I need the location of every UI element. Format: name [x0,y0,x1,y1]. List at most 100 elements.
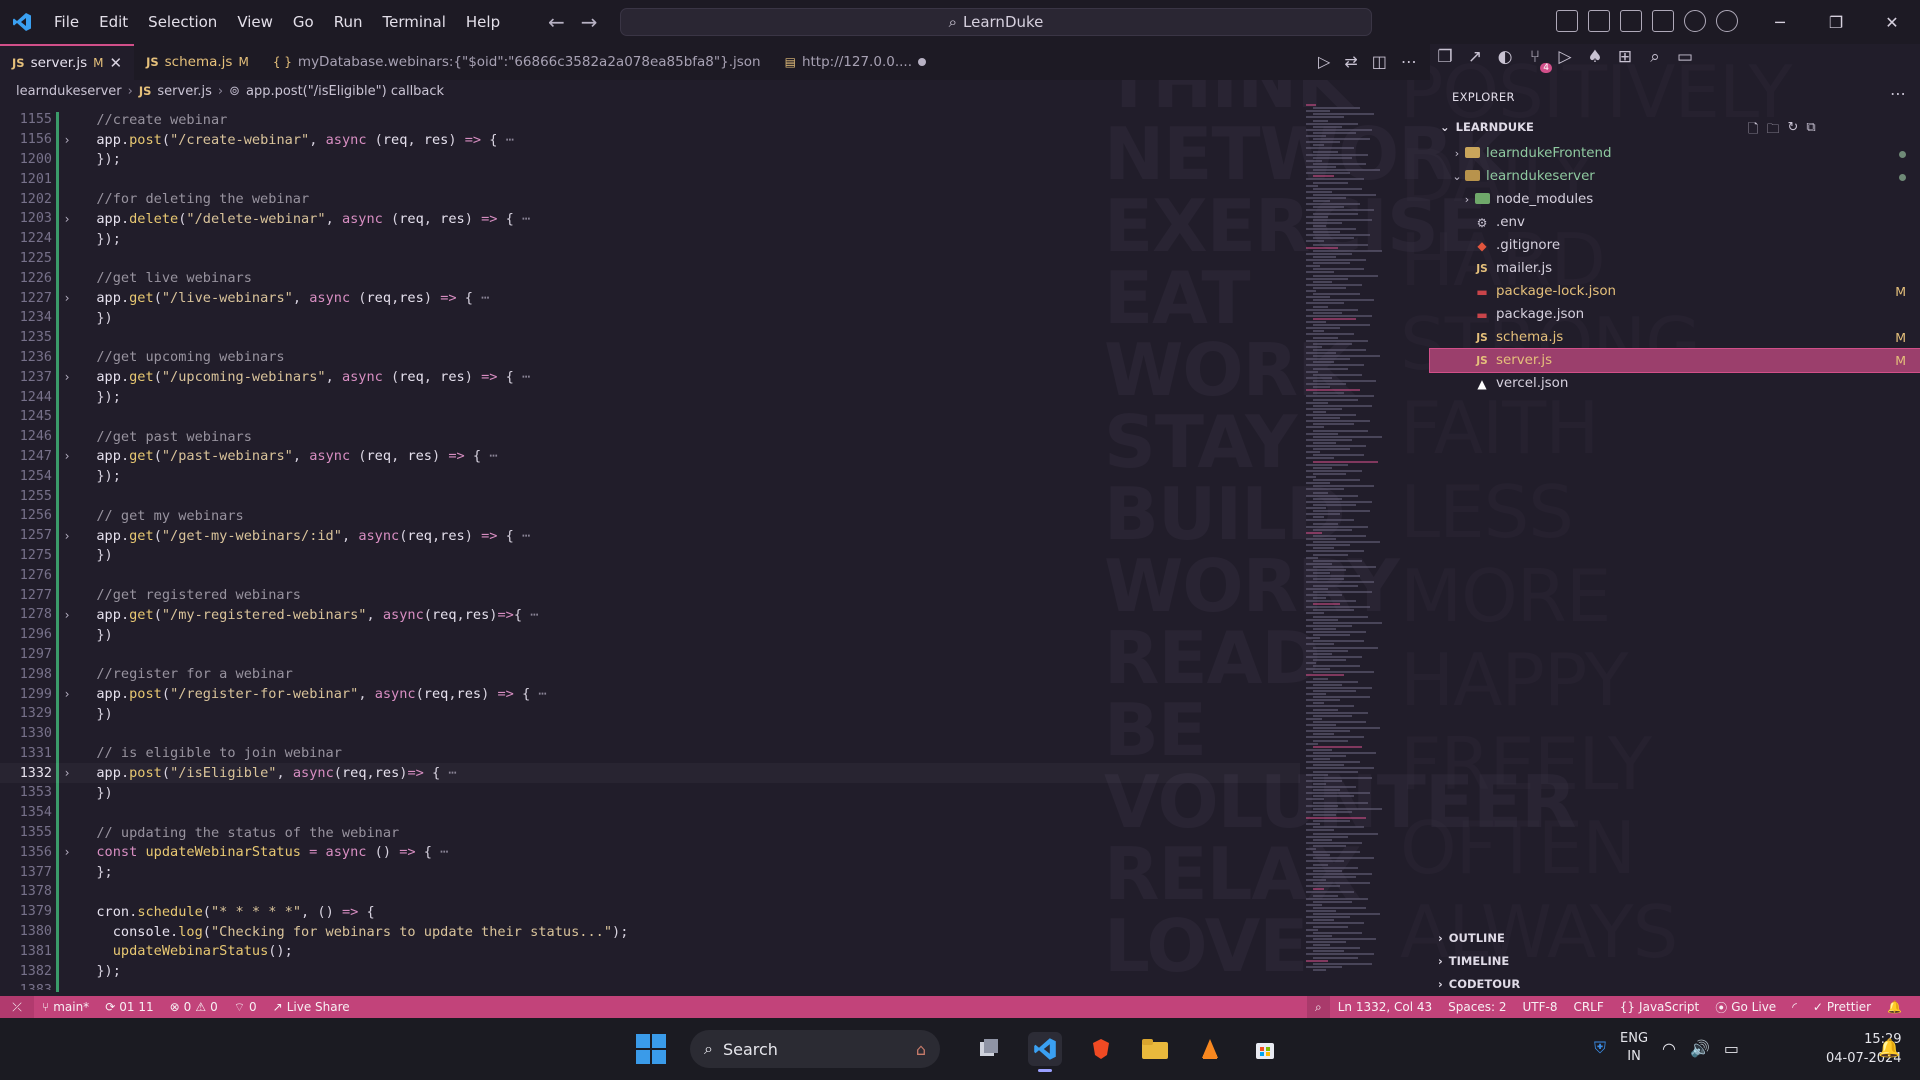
code-line[interactable]: 1377 }; [0,862,1300,882]
code-line[interactable]: 1332 › app.post("/isEligible", async(req,… [0,763,1300,783]
cursor-position[interactable]: Ln 1332, Col 43 [1330,1000,1440,1014]
tab-live-preview[interactable]: ▤ http://127.0.0.... [773,44,938,80]
code-line[interactable]: 1226 //get live webinars [0,268,1300,288]
code-line[interactable]: 1354 [0,803,1300,823]
code-line[interactable]: 1297 [0,645,1300,665]
code-line[interactable]: 1382 }); [0,961,1300,981]
toggle-panel-icon[interactable] [1588,10,1610,32]
remote-icon[interactable]: ⤫ [0,996,34,1018]
prettier-status[interactable]: ✓ Prettier [1805,1000,1879,1014]
volume-icon[interactable]: 🔊 [1690,1039,1710,1058]
code-line[interactable]: 1224 }); [0,229,1300,249]
search-icon[interactable]: ⌕ [1644,46,1666,68]
menu-go[interactable]: Go [283,13,324,31]
taskbar-search[interactable]: ⌕ Search ⌂ [690,1030,940,1068]
code-line[interactable]: 1330 [0,724,1300,744]
code-line[interactable]: 1234 }) [0,308,1300,328]
menu-file[interactable]: File [44,13,89,31]
task-view-icon[interactable] [973,1032,1007,1066]
fold-chevron-icon[interactable]: › [60,133,74,147]
tree-item[interactable]: ▬ package.json [1430,303,1920,326]
indentation[interactable]: Spaces: 2 [1440,1000,1514,1014]
compare-changes-icon[interactable]: ⇄ [1344,52,1357,71]
brave-browser-icon[interactable] [1084,1032,1118,1066]
code-line[interactable]: 1277 //get registered webinars [0,585,1300,605]
customize-layout-icon[interactable] [1652,10,1674,32]
source-control-icon[interactable]: ⑂ 4 [1524,46,1552,73]
remote-explorer-icon[interactable]: ◐ [1494,46,1516,68]
tree-item[interactable]: ⚙ .env [1430,211,1920,234]
tree-item[interactable]: ▲ vercel.json [1430,372,1920,395]
code-line[interactable]: 1331 // is eligible to join webinar [0,744,1300,764]
code-line[interactable]: 1381 updateWebinarStatus(); [0,941,1300,961]
workspace-root[interactable]: ⌄ LEARNDUKE [1440,120,1534,134]
chat-icon[interactable]: ▭ [1674,46,1696,68]
code-line[interactable]: 1155 //create webinar [0,110,1300,130]
fold-chevron-icon[interactable]: › [60,608,74,622]
code-line[interactable]: 1276 [0,565,1300,585]
windows-start-icon[interactable] [636,1034,666,1064]
code-line[interactable]: 1275 }) [0,546,1300,566]
codetour-panel[interactable]: › CODETOUR [1430,972,1920,995]
breadcrumb-folder[interactable]: learndukeserver [16,84,122,99]
tree-item[interactable]: JS mailer.js [1430,257,1920,280]
breadcrumb-file[interactable]: server.js [157,84,211,99]
code-line[interactable]: 1246 //get past webinars [0,427,1300,447]
tree-item[interactable]: ▬ package-lock.json M [1430,280,1920,303]
code-line[interactable]: 1256 // get my webinars [0,506,1300,526]
code-line[interactable]: 1383 [0,981,1300,990]
code-line[interactable]: 1247 › app.get("/past-webinars", async (r… [0,447,1300,467]
code-line[interactable]: 1356 › const updateWebinarStatus = async … [0,842,1300,862]
vlc-icon[interactable] [1193,1032,1227,1066]
tree-item[interactable]: › node_modules [1430,188,1920,211]
accounts-icon[interactable] [1684,10,1706,32]
breadcrumb-symbol[interactable]: app.post("/isEligible") callback [246,84,444,99]
restore-button[interactable]: ❐ [1808,0,1864,44]
code-line[interactable]: 1254 }); [0,466,1300,486]
explorer-icon[interactable]: ❐ [1434,46,1456,68]
fold-chevron-icon[interactable]: › [60,291,74,305]
code-line[interactable]: 1200 }); [0,150,1300,170]
line-ending[interactable]: CRLF [1565,1000,1611,1014]
menu-edit[interactable]: Edit [89,13,138,31]
fold-chevron-icon[interactable]: › [60,449,74,463]
code-line[interactable]: 1225 [0,249,1300,269]
live-share-icon[interactable]: ↗ [1464,46,1486,68]
fold-chevron-icon[interactable]: › [60,370,74,384]
encoding[interactable]: UTF-8 [1514,1000,1565,1014]
code-line[interactable]: 1378 [0,882,1300,902]
tree-item[interactable]: › learndukeFrontend [1430,142,1920,165]
fold-chevron-icon[interactable]: › [60,529,74,543]
live-share-status[interactable]: ↗ Live Share [265,1000,358,1014]
microsoft-store-icon[interactable] [1248,1032,1282,1066]
minimap[interactable] [1302,104,1420,984]
input-language[interactable]: ENG IN [1620,1030,1648,1066]
mongodb-icon[interactable]: ♠ [1584,46,1606,68]
tab-schema-js[interactable]: JS schema.js M [134,44,261,80]
fold-chevron-icon[interactable]: › [60,212,74,226]
code-line[interactable]: 1202 //for deleting the webinar [0,189,1300,209]
new-folder-icon[interactable]: 🗀 [1766,120,1779,142]
back-arrow-icon[interactable]: ← [548,10,565,34]
code-line[interactable]: 1227 › app.get("/live-webinars", async (r… [0,288,1300,308]
code-line[interactable]: 1380 console.log("Checking for webinars … [0,922,1300,942]
vscode-taskbar-icon[interactable] [1028,1032,1062,1072]
notifications-icon[interactable]: 🔔 [1879,1000,1910,1014]
tree-item[interactable]: ⌄ learndukeserver [1430,165,1920,188]
tree-item[interactable]: JS server.js M [1429,348,1920,373]
collapse-all-icon[interactable]: ⧉ [1806,120,1815,142]
code-line[interactable]: 1235 [0,328,1300,348]
more-actions-icon[interactable]: ⋯ [1890,84,1906,103]
tree-item[interactable]: ◆ .gitignore [1430,234,1920,257]
code-line[interactable]: 1298 //register for a webinar [0,664,1300,684]
code-line[interactable]: 1156 › app.post("/create-webinar", async … [0,130,1300,150]
menu-run[interactable]: Run [324,13,373,31]
language-mode[interactable]: {} JavaScript [1612,1000,1707,1014]
security-shield-icon[interactable]: ⛨ [1594,1038,1606,1058]
extensions-icon[interactable]: ⊞ [1614,46,1636,68]
close-tab-icon[interactable]: ✕ [110,54,123,72]
split-editor-icon[interactable]: ◫ [1372,52,1387,71]
code-line[interactable]: 1245 [0,407,1300,427]
new-file-icon[interactable]: 🗋 [1748,120,1758,142]
code-line[interactable]: 1329 }) [0,704,1300,724]
